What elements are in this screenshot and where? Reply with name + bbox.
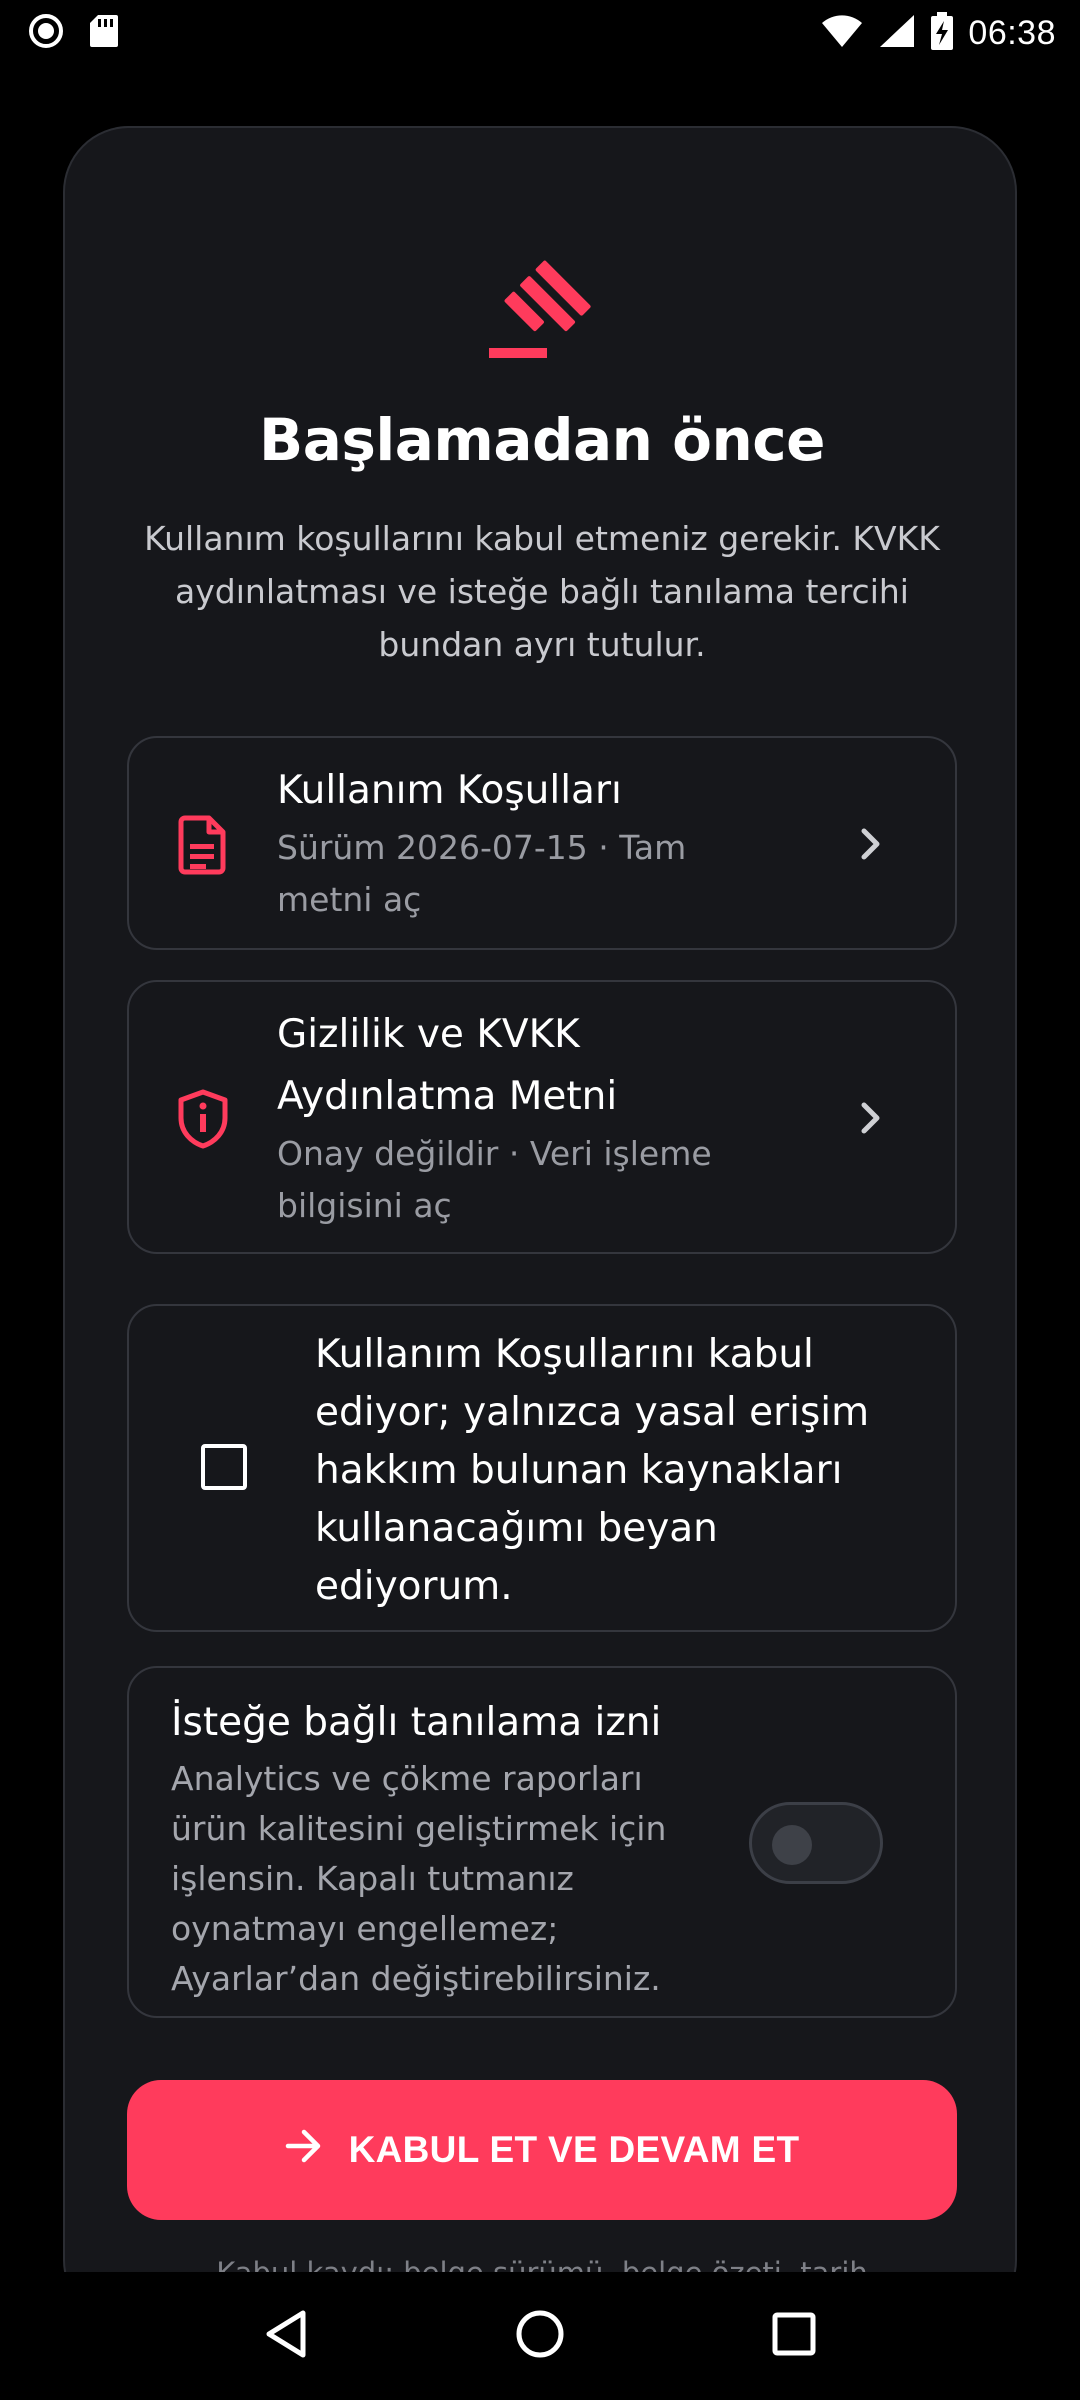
privacy-subtitle: Onay değildir · Veri işleme bilgisini aç — [277, 1134, 712, 1225]
arrow-right-icon — [285, 2129, 323, 2172]
cellular-signal-icon — [878, 13, 916, 53]
toggle-knob — [772, 1825, 812, 1865]
wifi-icon — [820, 13, 864, 53]
page-title: Başlamadan önce — [259, 406, 825, 474]
sd-card-icon — [88, 13, 120, 53]
gavel-icon — [479, 248, 605, 374]
accept-continue-label: KABUL ET VE DEVAM ET — [348, 2129, 800, 2170]
onboarding-card: Başlamadan önce Kullanım koşullarını kab… — [63, 126, 1017, 2272]
app-content: Başlamadan önce Kullanım koşullarını kab… — [0, 66, 1080, 2272]
home-icon[interactable] — [514, 2308, 566, 2364]
battery-charging-icon — [930, 12, 954, 54]
diagnostics-description: Analytics ve çökme raporları ürün kalite… — [171, 1759, 667, 1998]
footnote: Kabul kaydı; belge sürümü, belge özeti, … — [215, 2252, 869, 2272]
shield-info-icon — [175, 1088, 231, 1154]
navigation-bar — [0, 2272, 1080, 2400]
terms-consent-item[interactable]: Kullanım Koşullarını kabul ediyor; yalnı… — [127, 1304, 957, 1632]
terms-of-use-item[interactable]: Kullanım Koşulları Sürüm 2026-07-15 · Ta… — [127, 736, 957, 950]
recents-icon[interactable] — [771, 2311, 817, 2361]
status-time: 06:38 — [968, 13, 1056, 52]
document-icon — [175, 814, 231, 880]
consent-label: Kullanım Koşullarını kabul ediyor; yalnı… — [315, 1332, 870, 1609]
privacy-title: Gizlilik ve KVKK Aydınlatma Metni — [277, 1012, 618, 1119]
diagnostics-title: İsteğe bağlı tanılama izni — [171, 1700, 662, 1745]
chevron-right-icon — [859, 1100, 883, 1140]
diagnostics-toggle[interactable] — [749, 1802, 883, 1884]
terms-title: Kullanım Koşulları — [277, 768, 622, 813]
status-bar: 06:38 — [0, 0, 1080, 66]
page-subtitle: Kullanım koşullarını kabul etmeniz gerek… — [144, 519, 940, 664]
privacy-kvkk-item[interactable]: Gizlilik ve KVKK Aydınlatma Metni Onay d… — [127, 980, 957, 1254]
record-icon — [28, 13, 64, 53]
accept-continue-button[interactable]: KABUL ET VE DEVAM ET — [127, 2080, 957, 2220]
back-icon[interactable] — [263, 2309, 309, 2363]
chevron-right-icon — [859, 826, 883, 866]
diagnostics-item: İsteğe bağlı tanılama izni Analytics ve … — [127, 1666, 957, 2018]
terms-subtitle: Sürüm 2026-07-15 · Tam metni aç — [277, 828, 687, 919]
consent-checkbox[interactable] — [201, 1444, 247, 1490]
